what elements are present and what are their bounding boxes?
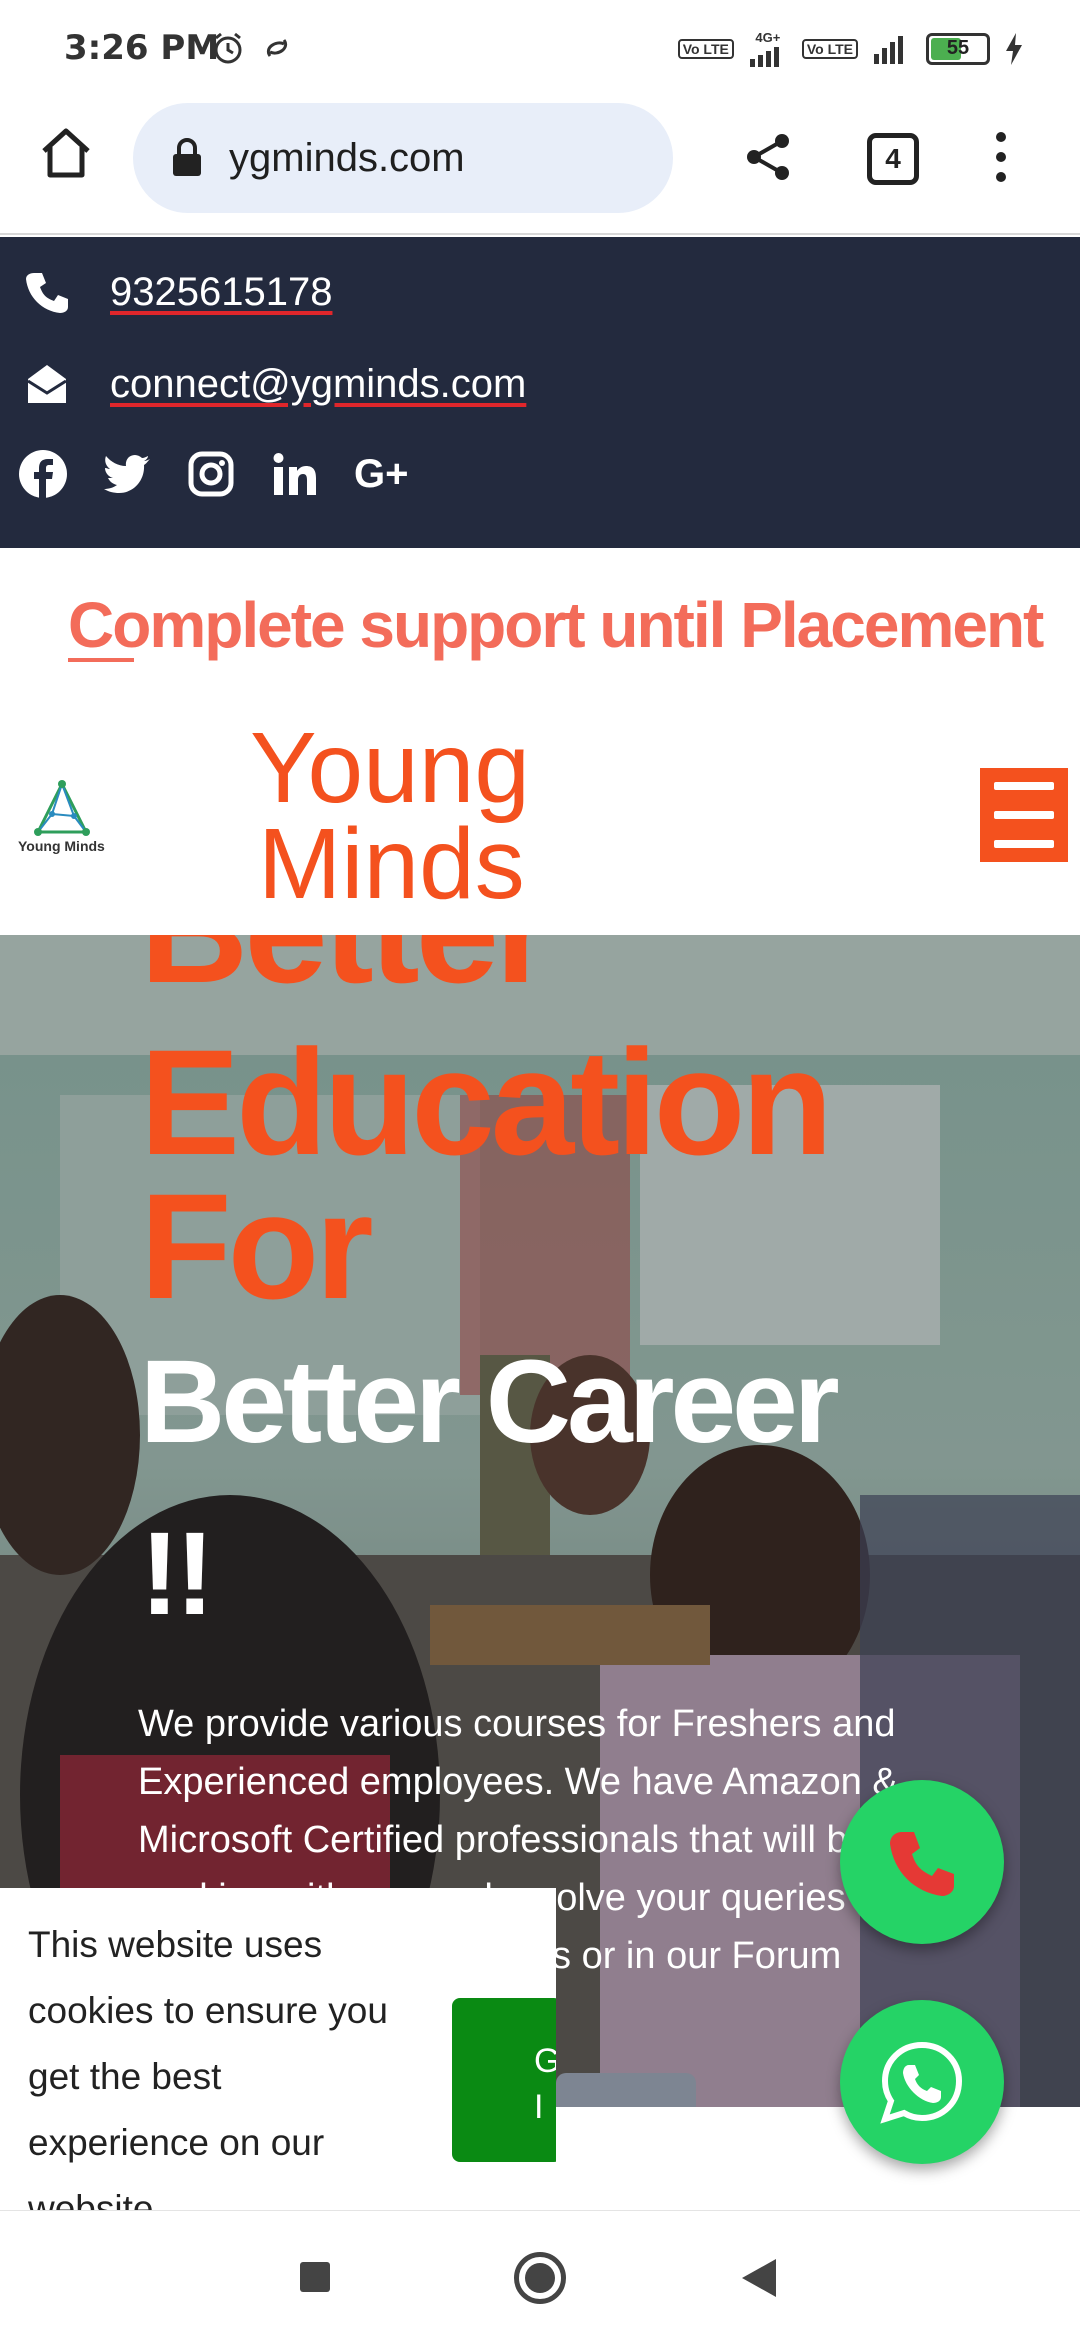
banner-underline [68, 658, 134, 662]
hamburger-bar [994, 782, 1054, 790]
status-icons-right: Vo LTE 4G+ Vo LTE 55 [677, 30, 1024, 67]
battery-icon: 55 [926, 32, 990, 65]
home-button[interactable] [514, 2252, 566, 2304]
status-time: 3:26 PM [64, 28, 220, 68]
charging-icon [1006, 32, 1022, 65]
brand-line-1: Young [250, 712, 530, 824]
address-bar[interactable]: ygminds.com [133, 103, 673, 213]
hero-line-3: For [140, 1162, 374, 1330]
lock-icon [173, 138, 201, 176]
facebook-icon[interactable] [18, 449, 68, 499]
instagram-icon[interactable] [186, 449, 236, 499]
sync-icon [267, 39, 287, 57]
logo-caption: Young Minds [18, 838, 105, 854]
cookie-consent-banner: This website uses cookies to ensure you … [0, 1888, 556, 2210]
email-link[interactable]: connect@ygminds.com [110, 362, 526, 407]
status-icons-left [210, 30, 292, 66]
alarm-icon [214, 32, 242, 64]
brand-name[interactable]: Young Minds [250, 712, 530, 920]
more-vert-icon[interactable] [986, 129, 1016, 185]
cookie-message: This website uses cookies to ensure you … [28, 1924, 388, 2210]
google-plus-icon[interactable]: G+ [354, 449, 408, 499]
social-links: G+ [18, 449, 408, 499]
signal-icon [749, 47, 779, 67]
call-fab-button[interactable] [840, 1780, 1004, 1944]
menu-hamburger-button[interactable] [980, 768, 1068, 862]
signal-icon [874, 35, 903, 64]
brand-line-2: Minds [258, 808, 525, 920]
page-background-strip [556, 2107, 1080, 2210]
hidden-button-tab[interactable] [556, 2073, 696, 2107]
share-icon[interactable] [742, 131, 794, 183]
back-button[interactable] [742, 2259, 776, 2297]
banner-text: Complete support until Placement [68, 589, 1044, 661]
hero-line-5: !! [140, 1508, 215, 1640]
site-header: Young Minds Young Minds [0, 698, 1080, 936]
hero-line-2: Education [140, 1018, 833, 1186]
linkedin-icon[interactable] [270, 449, 320, 499]
twitter-icon[interactable] [102, 449, 152, 499]
envelope-open-icon [27, 365, 67, 403]
phone-icon [26, 273, 68, 313]
url-text: ygminds.com [229, 135, 465, 180]
home-dot-icon [525, 2263, 555, 2293]
hamburger-bar [994, 840, 1054, 848]
system-nav-bar [0, 2210, 1080, 2340]
whatsapp-fab-button[interactable] [840, 2000, 1004, 2164]
cookie-button-label-1: G [534, 2042, 556, 2080]
phone-link[interactable]: 9325615178 [110, 270, 332, 315]
tab-switcher-button[interactable]: 4 [867, 133, 919, 185]
status-bar: 3:26 PM Vo LTE 4G+ Vo LTE 55 [0, 0, 1080, 95]
recents-button[interactable] [300, 2262, 330, 2292]
promo-banner: Complete support until Placement [0, 548, 1080, 698]
home-icon[interactable] [38, 125, 94, 181]
contact-band: 9325615178 connect@ygminds.com G+ [0, 237, 1080, 548]
email-row: connect@ygminds.com [24, 361, 526, 407]
volte-badge-1: Vo LTE [677, 38, 734, 59]
whatsapp-icon [880, 2041, 963, 2124]
battery-level: 55 [946, 37, 970, 59]
network-type-label: 4G+ [755, 30, 781, 45]
cookie-button-label-2: I [534, 2088, 544, 2126]
phone-icon [890, 1832, 954, 1896]
cookie-accept-button[interactable]: G I [452, 1998, 556, 2162]
volte-badge-2: Vo LTE [801, 38, 858, 59]
phone-row: 9325615178 [24, 269, 332, 315]
hamburger-bar [994, 811, 1054, 819]
hero-line-4: Better Career [140, 1336, 840, 1468]
hero-line-1: Better [140, 935, 553, 1005]
browser-toolbar: ygminds.com 4 [0, 95, 1080, 235]
